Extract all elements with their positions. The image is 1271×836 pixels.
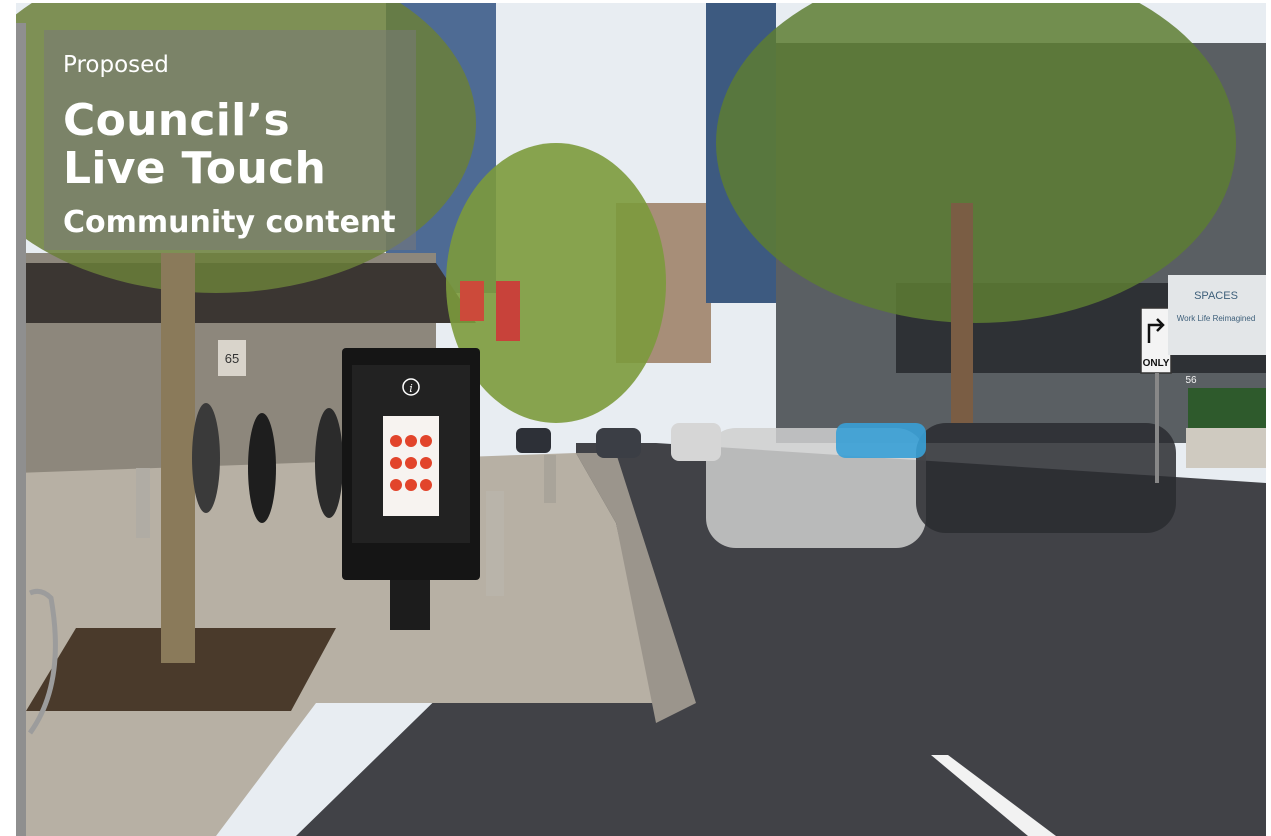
car-blue: [836, 423, 926, 458]
caption-title-line1: Council’s: [63, 95, 291, 146]
kiosk-post: [390, 573, 430, 630]
left-post: [16, 23, 26, 836]
cyclist: [315, 408, 343, 518]
tree-trunk: [161, 253, 195, 663]
sign-pole: [1155, 373, 1159, 483]
car-distant: [516, 428, 551, 453]
building-number-left: 65: [225, 351, 239, 366]
spaces-brand: SPACES: [1194, 290, 1238, 302]
planter: [1186, 428, 1266, 468]
bollard: [136, 468, 150, 538]
caption-title: Council’s Live Touch: [63, 97, 326, 193]
caption-title-line2: Live Touch: [63, 143, 327, 194]
caption-subtitle: Community content: [63, 205, 396, 240]
street-banner: [460, 281, 484, 321]
bollard: [486, 491, 504, 596]
tree-trunk: [951, 203, 973, 423]
car-distant: [671, 423, 721, 461]
pedestrian: [192, 403, 220, 513]
car-dark: [916, 423, 1176, 533]
spaces-tagline: Work Life Reimagined: [1177, 314, 1256, 323]
caption-kicker: Proposed: [63, 52, 169, 78]
hedge: [1188, 388, 1266, 428]
svg-text:i: i: [409, 382, 413, 395]
pedestrian: [248, 413, 276, 523]
kiosk-tile-grid: [390, 435, 432, 491]
car-distant: [596, 428, 641, 458]
bollard: [544, 455, 556, 503]
building-number-right: 56: [1185, 375, 1197, 386]
turn-sign-label: ONLY: [1143, 358, 1170, 369]
street-banner: [496, 281, 520, 341]
